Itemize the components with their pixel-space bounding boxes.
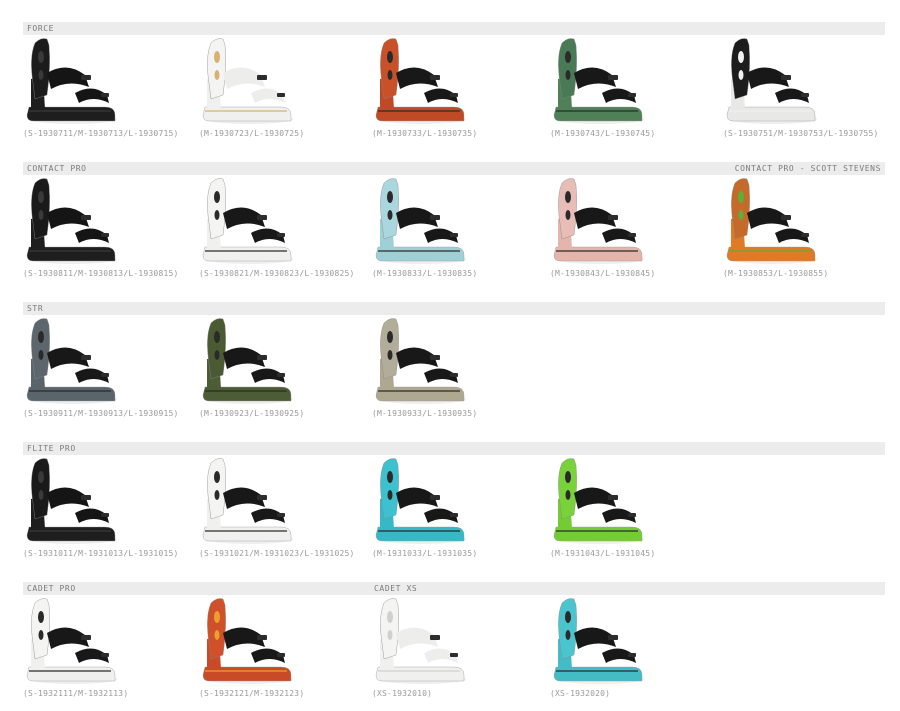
section-title: FORCE [27,24,55,33]
section-title-right: CONTACT PRO - SCOTT STEVENS [734,164,881,173]
product-binding[interactable]: (M-1930743/L-1930745) [550,37,720,142]
product-sku: (M-1930723/L-1930725) [199,129,305,138]
binding-image [202,458,293,544]
product-binding[interactable]: (S-1931011/M-1931013/L-1931015) [23,457,193,562]
binding-image [726,178,817,264]
binding-image [26,178,117,264]
product-sku: (S-1930751/M-1930753/L-1930755) [723,129,879,138]
product-binding[interactable]: (M-1930833/L-1930835) [372,177,542,282]
product-binding[interactable]: (M-1931033/L-1931035) [372,457,542,562]
binding-image [375,598,466,684]
product-binding[interactable]: (S-1931021/M-1931023/L-1931025) [199,457,369,562]
section-header-str: STR [23,302,885,315]
section-header-cadet: CADET PRO CADET XS [23,582,885,595]
binding-image [375,318,466,404]
product-sku: (M-1931033/L-1931035) [372,549,478,558]
product-binding[interactable]: (S-1932121/M-1932123) [199,597,369,702]
product-sku: (S-1931011/M-1931013/L-1931015) [23,549,179,558]
section-title: FLITE PRO [27,444,76,453]
binding-image [202,178,293,264]
product-sku: (M-1930733/L-1930735) [372,129,478,138]
product-binding[interactable]: (S-1932111/M-1932113) [23,597,193,702]
section-header-contact-pro: CONTACT PRO CONTACT PRO - SCOTT STEVENS [23,162,885,175]
section-title: STR [27,304,44,313]
product-binding[interactable]: (M-1930723/L-1930725) [199,37,369,142]
binding-image [202,598,293,684]
binding-image [26,38,117,124]
product-binding[interactable]: (S-1930711/M-1930713/L-1930715) [23,37,193,142]
binding-image [375,178,466,264]
product-sku: (M-1930923/L-1930925) [199,409,305,418]
product-sku: (S-1932121/M-1932123) [199,689,305,698]
binding-image [553,178,644,264]
product-binding[interactable]: (XS-1932020) [550,597,720,702]
binding-image [553,598,644,684]
product-binding[interactable]: (M-1930923/L-1930925) [199,317,369,422]
product-sku: (M-1930843/L-1930845) [550,269,656,278]
product-sku: (M-1930933/L-1930935) [372,409,478,418]
section-title: CONTACT PRO [27,164,87,173]
product-sku: (S-1931021/M-1931023/L-1931025) [199,549,355,558]
product-binding[interactable]: (S-1930821/M-1930823/L-1930825) [199,177,369,282]
product-sku: (S-1930711/M-1930713/L-1930715) [23,129,179,138]
product-binding[interactable]: (S-1930811/M-1930813/L-1930815) [23,177,193,282]
binding-image [26,598,117,684]
binding-image [26,318,117,404]
product-binding[interactable]: (M-1930843/L-1930845) [550,177,720,282]
binding-image [202,38,293,124]
product-binding[interactable]: (M-1930853/L-1930855) [723,177,893,282]
product-binding[interactable]: (M-1931043/L-1931045) [550,457,720,562]
product-binding[interactable]: (M-1930933/L-1930935) [372,317,542,422]
section-title: CADET PRO [27,584,76,593]
binding-image [375,38,466,124]
product-sku: (M-1930743/L-1930745) [550,129,656,138]
product-sku: (S-1930811/M-1930813/L-1930815) [23,269,179,278]
product-sku: (M-1930853/L-1930855) [723,269,829,278]
product-sku: (XS-1932020) [550,689,611,698]
binding-image [26,458,117,544]
product-sku: (S-1932111/M-1932113) [23,689,129,698]
section-header-flite-pro: FLITE PRO [23,442,885,455]
product-binding[interactable]: (M-1930733/L-1930735) [372,37,542,142]
product-sku: (S-1930911/M-1930913/L-1930915) [23,409,179,418]
product-binding[interactable]: (S-1930911/M-1930913/L-1930915) [23,317,193,422]
binding-image [375,458,466,544]
product-sku: (M-1930833/L-1930835) [372,269,478,278]
product-sku: (M-1931043/L-1931045) [550,549,656,558]
section-title-cadet-xs: CADET XS [374,584,418,593]
binding-image [202,318,293,404]
binding-image [726,38,817,124]
product-binding[interactable]: (XS-1932010) [372,597,542,702]
section-header-force: FORCE [23,22,885,35]
product-sku: (S-1930821/M-1930823/L-1930825) [199,269,355,278]
product-binding[interactable]: (S-1930751/M-1930753/L-1930755) [723,37,893,142]
binding-image [553,458,644,544]
binding-image [553,38,644,124]
product-sku: (XS-1932010) [372,689,433,698]
